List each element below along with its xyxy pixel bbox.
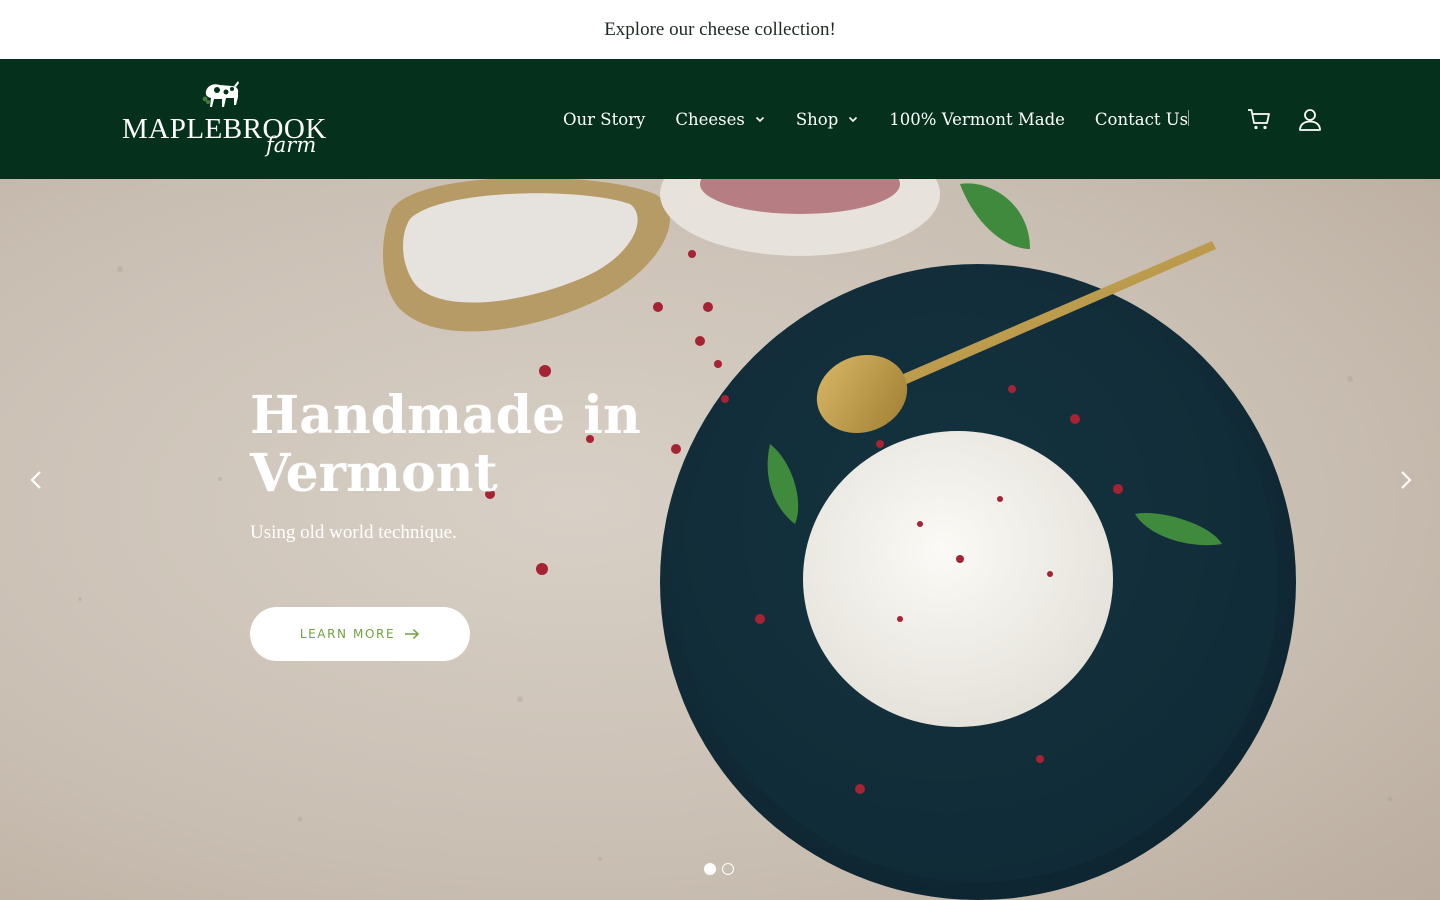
site-logo[interactable]: MAPLEBROOK farm xyxy=(122,77,326,165)
nav-vermont-made-label: 100% Vermont Made xyxy=(889,109,1065,129)
hero-title: Handmade in Vermont xyxy=(250,385,641,504)
cart-icon[interactable] xyxy=(1246,106,1272,132)
chevron-left-icon[interactable] xyxy=(24,467,50,493)
learn-more-label: LEARN MORE xyxy=(299,627,396,641)
nav-shop[interactable]: Shop xyxy=(796,110,859,129)
logo-script: farm xyxy=(266,133,317,157)
hero-image xyxy=(0,179,1440,900)
nav-our-story-label: Our Story xyxy=(563,109,646,129)
nav-cheeses-label: Cheeses xyxy=(675,109,745,129)
nav-divider xyxy=(1188,110,1189,126)
announcement-bar: Explore our cheese collection! xyxy=(0,0,1440,59)
chevron-down-icon xyxy=(849,116,858,123)
nav-our-story[interactable]: Our Story xyxy=(563,110,645,129)
nav-contact-us-label: Contact Us xyxy=(1094,109,1189,129)
nav-vermont-made[interactable]: 100% Vermont Made xyxy=(889,110,1065,129)
slider-pagination xyxy=(704,863,734,875)
hero-slider: Handmade in Vermont Using old world tech… xyxy=(0,179,1440,900)
announcement-text[interactable]: Explore our cheese collection! xyxy=(604,19,836,41)
chevron-down-icon xyxy=(755,116,764,123)
nav-contact-us[interactable]: Contact Us xyxy=(1095,110,1188,129)
arrow-right-icon xyxy=(405,628,420,640)
slide-dot-2[interactable] xyxy=(722,863,734,875)
hero-subtitle: Using old world technique. xyxy=(250,522,457,543)
chevron-right-icon[interactable] xyxy=(1392,467,1418,493)
site-header: MAPLEBROOK farm Our Story Cheeses Shop 1… xyxy=(0,59,1440,179)
nav-cheeses[interactable]: Cheeses xyxy=(675,110,765,129)
cow-logo-icon xyxy=(202,81,239,107)
learn-more-button[interactable]: LEARN MORE xyxy=(250,607,470,661)
nav-shop-label: Shop xyxy=(795,109,839,129)
slide-dot-1[interactable] xyxy=(704,863,716,875)
main-nav: Our Story Cheeses Shop 100% Vermont Made… xyxy=(563,59,1188,179)
account-icon[interactable] xyxy=(1297,106,1323,132)
